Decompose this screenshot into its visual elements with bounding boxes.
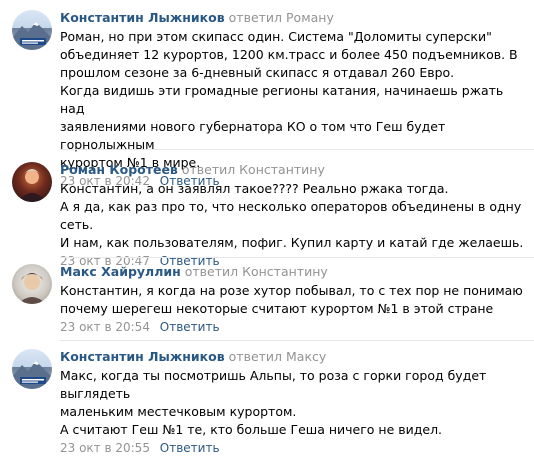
comment-line: почему шерегеш некоторые считают курорто…	[60, 301, 494, 316]
comment-header: Константин Лыжников ответил Максу	[60, 347, 526, 367]
avatar[interactable]	[12, 264, 52, 304]
comment-line: И нам, как пользователям, пофиг. Купил к…	[60, 235, 524, 250]
comment-content: Макс Хайруллин ответил Константину Конст…	[60, 262, 526, 336]
comment-line: Макс, когда ты посмотришь Альпы, то роза…	[60, 368, 487, 401]
comment-line: Константин, я когда на розе хутор побыва…	[60, 283, 523, 298]
comment-content: Роман Коротеев ответил Константину Конст…	[60, 160, 526, 270]
reply-link[interactable]: Ответить	[160, 441, 220, 455]
comment-line: Когда видишь эти громадные регионы катан…	[60, 83, 504, 116]
comment-text: Макс, когда ты посмотришь Альпы, то роза…	[60, 367, 526, 439]
reply-link[interactable]: Ответить	[160, 320, 220, 334]
timestamp[interactable]: 23 окт в 20:54	[60, 320, 150, 334]
comments-thread: Константин Лыжников ответил Роману Роман…	[0, 0, 534, 455]
comment-line: прошлом сезоне за 6-дневный скипасс я от…	[60, 65, 455, 80]
user-photo-icon	[18, 169, 46, 202]
replied-to[interactable]: ответил Максу	[229, 349, 327, 364]
replied-to[interactable]: ответил Константину	[182, 162, 325, 177]
replied-to[interactable]: ответил Роману	[229, 10, 334, 25]
author-name[interactable]: Константин Лыжников	[60, 10, 225, 25]
author-name[interactable]: Макс Хайруллин	[60, 264, 181, 279]
comment: Константин Лыжников ответил Роману Роман…	[0, 0, 534, 188]
comment-line: А считают Геш №1 те, кто больше Геша нич…	[60, 422, 443, 437]
mountain-icon	[12, 22, 52, 50]
comment-content: Константин Лыжников ответил Максу Макс, …	[60, 347, 526, 457]
mountain-icon	[12, 361, 52, 389]
comment-line: А я да, как раз про то, что несколько оп…	[60, 199, 522, 232]
comment: Константин Лыжников ответил Максу Макс, …	[0, 341, 534, 455]
avatar[interactable]	[12, 10, 52, 50]
user-photo-icon	[18, 273, 46, 304]
comment-line: Роман, но при этом скипасс один. Система…	[60, 29, 492, 44]
comment-meta: 23 окт в 20:54 Ответить	[60, 318, 526, 336]
avatar[interactable]	[12, 162, 52, 202]
comment-line: Константин, а он заявлял такое???? Реаль…	[60, 181, 449, 196]
replied-to[interactable]: ответил Константину	[185, 264, 328, 279]
comment-text: Константин, а он заявлял такое???? Реаль…	[60, 180, 526, 252]
avatar[interactable]	[12, 349, 52, 389]
comment-header: Макс Хайруллин ответил Константину	[60, 262, 526, 282]
comment-text: Константин, я когда на розе хутор побыва…	[60, 282, 526, 318]
comment-line: объединяет 12 курортов, 1200 км.трасс и …	[60, 47, 518, 62]
comment-header: Роман Коротеев ответил Константину	[60, 160, 526, 180]
comment: Макс Хайруллин ответил Константину Конст…	[0, 258, 534, 341]
author-name[interactable]: Роман Коротеев	[60, 162, 178, 177]
comment-header: Константин Лыжников ответил Роману	[60, 8, 526, 28]
author-name[interactable]: Константин Лыжников	[60, 349, 225, 364]
comment-meta: 23 окт в 20:55 Ответить	[60, 439, 526, 457]
comment: Роман Коротеев ответил Константину Конст…	[0, 150, 534, 268]
comment-line: маленьким местечковым курортом.	[60, 404, 297, 419]
timestamp[interactable]: 23 окт в 20:55	[60, 441, 150, 455]
